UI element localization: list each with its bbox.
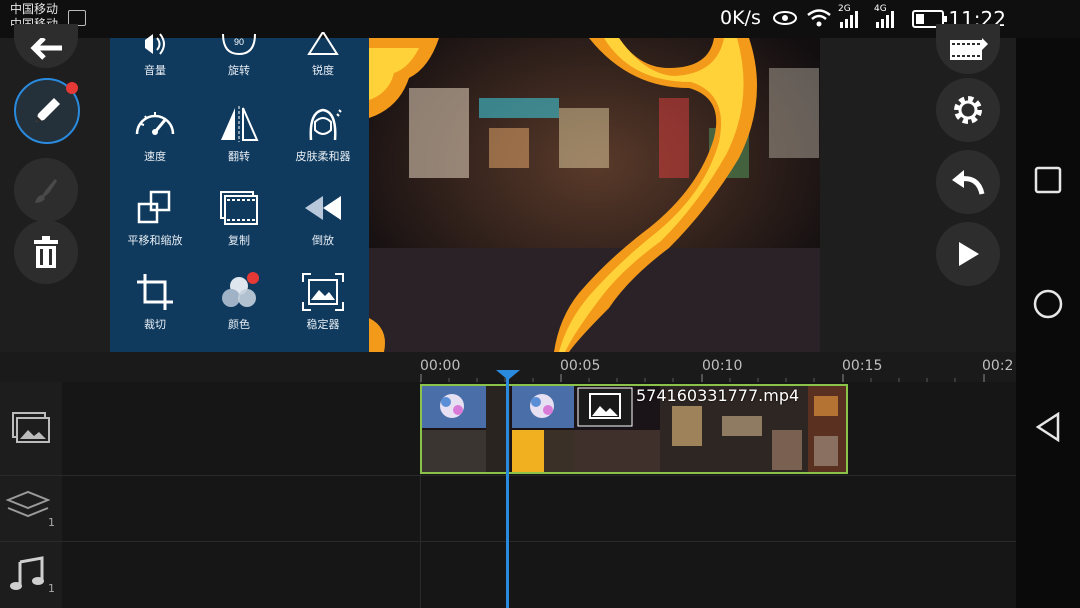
- color-icon: [222, 272, 259, 307]
- reverse-icon: [305, 196, 341, 220]
- export-button[interactable]: [936, 24, 1000, 74]
- effect-label: 倒放: [312, 234, 334, 247]
- effect-label: 稳定器: [306, 318, 340, 331]
- system-nav-bar: [1016, 38, 1080, 608]
- effect-volume[interactable]: 音量: [112, 32, 198, 78]
- effects-panel: 音量 90 旋转 锐度 速度 翻转 皮肤柔和器 平移和缩放 复制 倒放 裁切 颜…: [110, 32, 369, 352]
- delete-button[interactable]: [14, 220, 78, 284]
- video-preview[interactable]: [369, 38, 820, 352]
- undo-button[interactable]: [936, 150, 1000, 214]
- net-speed: 0K/s: [720, 7, 761, 29]
- sharpness-icon: [307, 32, 339, 55]
- effect-label: 锐度: [312, 64, 334, 77]
- audio-track-label[interactable]: 1: [0, 542, 62, 608]
- audio-count: 1: [48, 582, 55, 595]
- gear-icon: [954, 96, 982, 124]
- brush-button[interactable]: [14, 158, 78, 222]
- tick-label: 00:15: [842, 358, 883, 374]
- signal-4g-icon: [876, 11, 894, 28]
- pan-zoom-icon: [137, 190, 171, 224]
- tick-label: 00:10: [702, 358, 743, 374]
- effect-label: 皮肤柔和器: [295, 150, 351, 163]
- effect-label: 音量: [144, 64, 166, 77]
- brush-icon: [35, 179, 57, 203]
- recents-button[interactable]: [1034, 166, 1062, 194]
- duplicate-icon: [220, 191, 258, 225]
- eye-icon: [773, 11, 797, 25]
- effect-reverse[interactable]: 倒放: [280, 188, 366, 248]
- wifi-icon: [807, 9, 831, 27]
- layers-count: 1: [48, 516, 55, 529]
- video-frame-image: [369, 38, 820, 352]
- effect-crop[interactable]: 裁切: [112, 272, 198, 332]
- tick-label: 00:2: [982, 358, 1014, 374]
- export-icon: [950, 38, 988, 60]
- crop-icon: [137, 274, 173, 310]
- tick-label: 00:05: [560, 358, 601, 374]
- playhead-handle-icon[interactable]: [496, 370, 520, 382]
- effect-label: 翻转: [228, 150, 250, 163]
- pencil-icon: [36, 98, 60, 122]
- stabilizer-icon: [302, 273, 344, 311]
- settings-button[interactable]: [936, 78, 1000, 142]
- rotate-icon: 90: [222, 33, 256, 56]
- speed-icon: [135, 112, 175, 135]
- volume-icon: [145, 33, 165, 55]
- effect-label: 复制: [228, 234, 250, 247]
- back-nav-button[interactable]: [1034, 412, 1062, 442]
- tick-label: 00:00: [420, 358, 461, 374]
- edit-badge: [66, 82, 78, 94]
- back-button[interactable]: [14, 24, 78, 68]
- video-track-label[interactable]: [0, 382, 62, 476]
- trash-icon: [34, 236, 58, 268]
- rotate-badge: 90: [234, 37, 244, 47]
- music-note-icon: [10, 556, 44, 590]
- playhead[interactable]: [506, 372, 509, 608]
- effect-color[interactable]: 颜色: [196, 272, 282, 332]
- effect-label: 平移和缩放: [127, 234, 183, 247]
- edit-button[interactable]: [14, 78, 80, 144]
- flip-icon: [221, 106, 259, 142]
- play-button[interactable]: [936, 222, 1000, 286]
- effect-speed[interactable]: 速度: [112, 104, 198, 164]
- effect-label: 颜色: [228, 318, 250, 331]
- effect-duplicate[interactable]: 复制: [196, 188, 282, 248]
- signal-2g-icon: [840, 11, 858, 28]
- effect-label: 旋转: [228, 64, 250, 77]
- media-track-icon: [12, 412, 50, 443]
- effect-sharpness[interactable]: 锐度: [280, 32, 366, 78]
- effect-label: 速度: [144, 150, 166, 163]
- effect-flip[interactable]: 翻转: [196, 104, 282, 164]
- clip-filename: 574160331777.mp4: [636, 386, 800, 405]
- skin-softener-icon: [309, 108, 342, 141]
- effect-rotate[interactable]: 90 旋转: [196, 32, 282, 78]
- left-toolbar: [0, 24, 110, 352]
- play-icon: [959, 242, 979, 266]
- layers-track-label[interactable]: 1: [0, 476, 62, 542]
- home-button[interactable]: [1032, 288, 1064, 320]
- track-divider: [62, 475, 1016, 476]
- track-divider: [62, 541, 1016, 542]
- back-arrow-icon: [30, 38, 62, 60]
- right-toolbar: [820, 24, 1016, 352]
- undo-icon: [952, 170, 985, 195]
- layers-icon: [6, 490, 50, 518]
- effect-pan-zoom[interactable]: 平移和缩放: [112, 188, 198, 248]
- effect-stabilizer[interactable]: 稳定器: [280, 272, 366, 332]
- effect-skin-softener[interactable]: 皮肤柔和器: [280, 104, 366, 164]
- video-clip[interactable]: 574160331777.mp4: [420, 384, 848, 474]
- effect-label: 裁切: [144, 318, 166, 331]
